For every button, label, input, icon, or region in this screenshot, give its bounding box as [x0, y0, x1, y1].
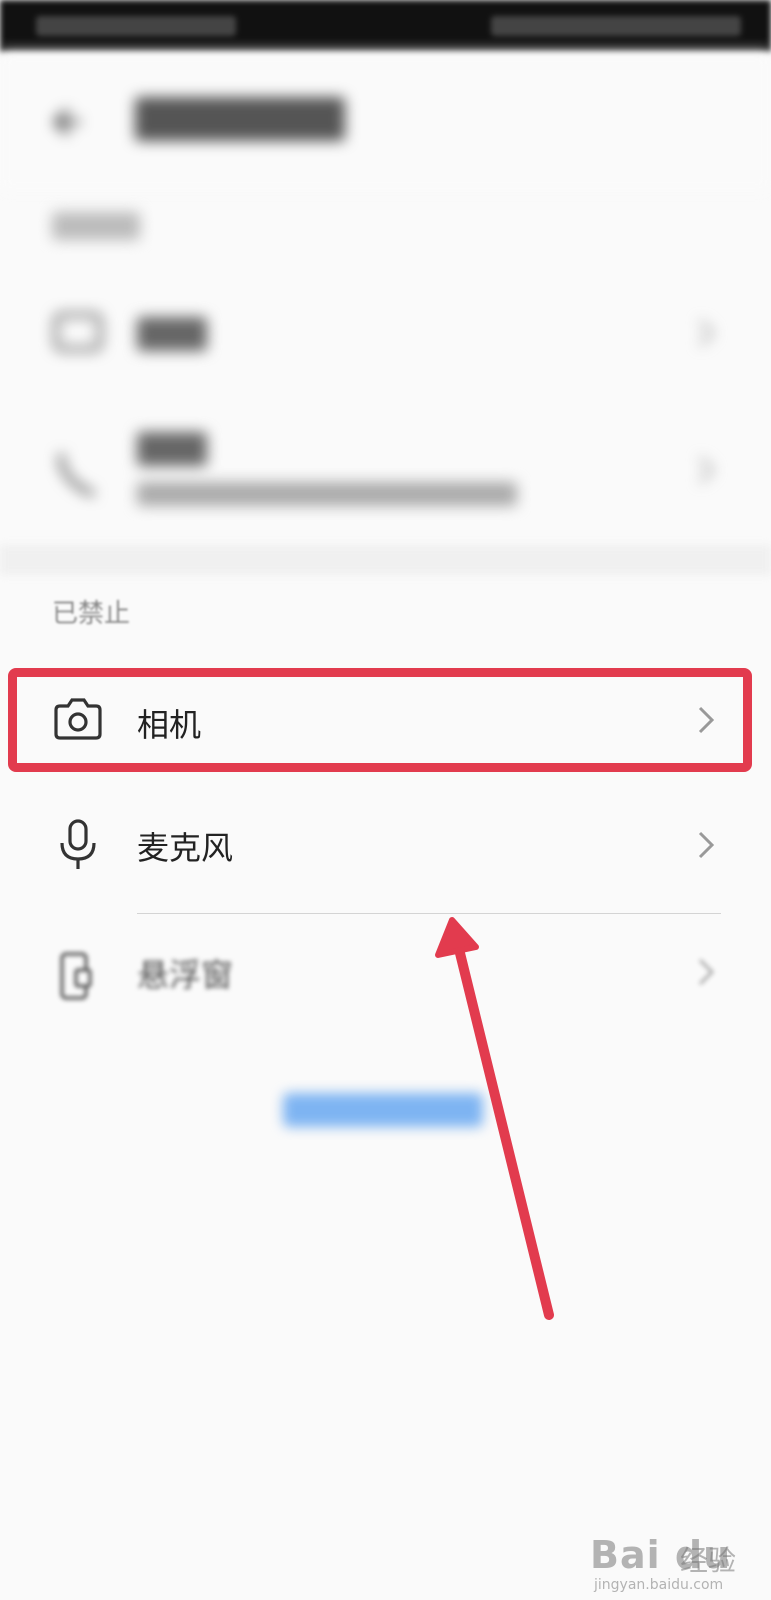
baidu-watermark: Bai du 经验 jingyan.baidu.com — [590, 1515, 760, 1595]
annotation-arrow — [435, 917, 554, 1320]
watermark-cn: 经验 — [680, 1544, 737, 1577]
watermark-url: jingyan.baidu.com — [594, 1577, 724, 1593]
